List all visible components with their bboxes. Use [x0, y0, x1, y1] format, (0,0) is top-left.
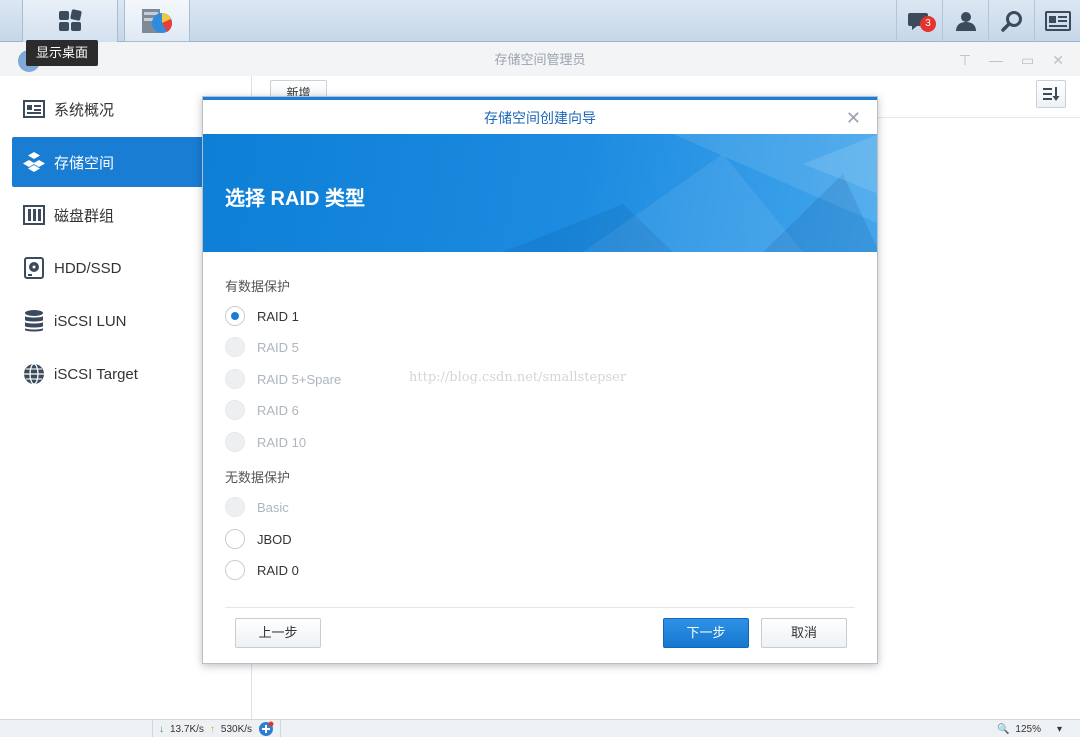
dialog-heading: 选择 RAID 类型 — [225, 188, 365, 210]
window-titlebar: 存储空间管理员 ⊤ — ▭ ✕ — [0, 44, 1080, 76]
section-label-protected: 有数据保护 — [225, 279, 291, 294]
sort-icon — [1043, 87, 1060, 101]
add-icon[interactable] — [258, 721, 274, 737]
option-label: RAID 10 — [257, 434, 307, 450]
raid-option-raid0[interactable]: RAID 0 — [225, 558, 299, 582]
raid-option-jbod[interactable]: JBOD — [225, 527, 292, 551]
overview-icon — [22, 97, 46, 121]
option-label: RAID 5 — [257, 339, 299, 355]
sort-button[interactable] — [1036, 80, 1066, 108]
disk-group-icon — [22, 203, 46, 227]
radio-button — [225, 400, 245, 420]
show-desktop-tooltip: 显示桌面 — [26, 40, 99, 66]
user-icon — [955, 12, 976, 31]
database-icon — [22, 309, 46, 333]
raid-option-raid1[interactable]: RAID 1 — [225, 304, 299, 328]
dialog-banner: 选择 RAID 类型 — [203, 134, 877, 252]
option-label: RAID 0 — [257, 562, 299, 578]
zoom-control[interactable]: 🔍 125% ▾ — [997, 720, 1062, 737]
zoom-icon: 🔍 — [996, 723, 1010, 735]
hdd-icon — [22, 256, 46, 280]
next-button[interactable]: 下一步 — [663, 618, 749, 648]
sidebar-item-label: 存储空间 — [54, 154, 115, 172]
back-button[interactable]: 上一步 — [235, 618, 321, 648]
download-speed: 13.7K/s — [170, 723, 204, 735]
option-label: JBOD — [257, 531, 292, 547]
raid-option-basic: Basic — [225, 495, 289, 519]
dialog-footer: 上一步 下一步 取消 — [225, 607, 855, 663]
maximize-icon[interactable]: ▭ — [1021, 44, 1034, 76]
raid-option-raid5-spare: RAID 5+Spare — [225, 367, 341, 391]
option-label: RAID 1 — [257, 308, 299, 324]
upload-arrow-icon: ↑ — [209, 723, 215, 735]
network-speed: ↓ 13.7K/s ↑ 530K/s — [152, 720, 282, 737]
cancel-button[interactable]: 取消 — [761, 618, 847, 648]
radio-button — [225, 497, 245, 517]
zoom-level: 125% — [1015, 723, 1041, 735]
raid-option-raid5: RAID 5 — [225, 335, 299, 359]
dialog-titlebar: 存储空间创建向导 ✕ — [203, 97, 877, 134]
status-bar: ↓ 13.7K/s ↑ 530K/s 🔍 125% ▾ — [0, 719, 1080, 737]
close-icon[interactable]: ✕ — [846, 100, 861, 137]
radio-button — [225, 432, 245, 452]
grid-icon — [59, 9, 82, 31]
radio-button — [225, 369, 245, 389]
pin-icon[interactable]: ⊤ — [959, 44, 971, 76]
chevron-down-icon[interactable]: ▾ — [1057, 724, 1062, 735]
globe-icon — [22, 362, 46, 386]
window-title: 存储空间管理员 — [494, 52, 586, 67]
search-button[interactable] — [988, 0, 1034, 42]
taskbar: 3 — [0, 0, 1080, 42]
option-label: Basic — [257, 499, 289, 515]
raid-wizard-dialog: 存储空间创建向导 ✕ 选择 RAID 类型 有数据保护 RAID 1 RAID … — [202, 96, 878, 664]
download-arrow-icon: ↓ — [159, 723, 164, 735]
storage-manager-app-icon — [142, 8, 172, 33]
close-window-icon[interactable]: ✕ — [1052, 44, 1064, 76]
show-desktop-button[interactable] — [22, 0, 118, 42]
watermark-text: http://blog.csdn.net/smallstepser — [409, 370, 627, 385]
raid-option-raid10: RAID 10 — [225, 430, 306, 454]
radio-button[interactable] — [225, 560, 245, 580]
dialog-title: 存储空间创建向导 — [484, 110, 596, 126]
radio-button[interactable] — [225, 306, 245, 326]
sidebar-item-label: 磁盘群组 — [54, 207, 115, 225]
storage-manager-taskbar-button[interactable] — [124, 0, 190, 42]
raid-option-raid6: RAID 6 — [225, 398, 299, 422]
sidebar-item-label: 系统概况 — [54, 101, 115, 119]
notification-badge: 3 — [920, 16, 936, 32]
radio-button[interactable] — [225, 529, 245, 549]
option-label: RAID 6 — [257, 402, 299, 418]
dialog-body: 有数据保护 RAID 1 RAID 5 RAID 5+Spare RAID 6 … — [203, 252, 877, 612]
user-button[interactable] — [942, 0, 988, 42]
notifications-button[interactable]: 3 — [896, 0, 942, 42]
minimize-icon[interactable]: — — [989, 44, 1003, 76]
sidebar-item-label: HDD/SSD — [54, 259, 122, 277]
sidebar-item-label: iSCSI LUN — [54, 312, 127, 330]
sidebar-item-label: iSCSI Target — [54, 365, 138, 383]
search-icon — [1000, 11, 1022, 32]
storage-icon — [22, 150, 46, 174]
option-label: RAID 5+Spare — [257, 371, 342, 387]
radio-button — [225, 337, 245, 357]
widgets-icon — [1044, 11, 1071, 31]
widgets-button[interactable] — [1034, 0, 1080, 42]
upload-speed: 530K/s — [220, 723, 253, 735]
section-label-unprotected: 无数据保护 — [225, 470, 291, 485]
